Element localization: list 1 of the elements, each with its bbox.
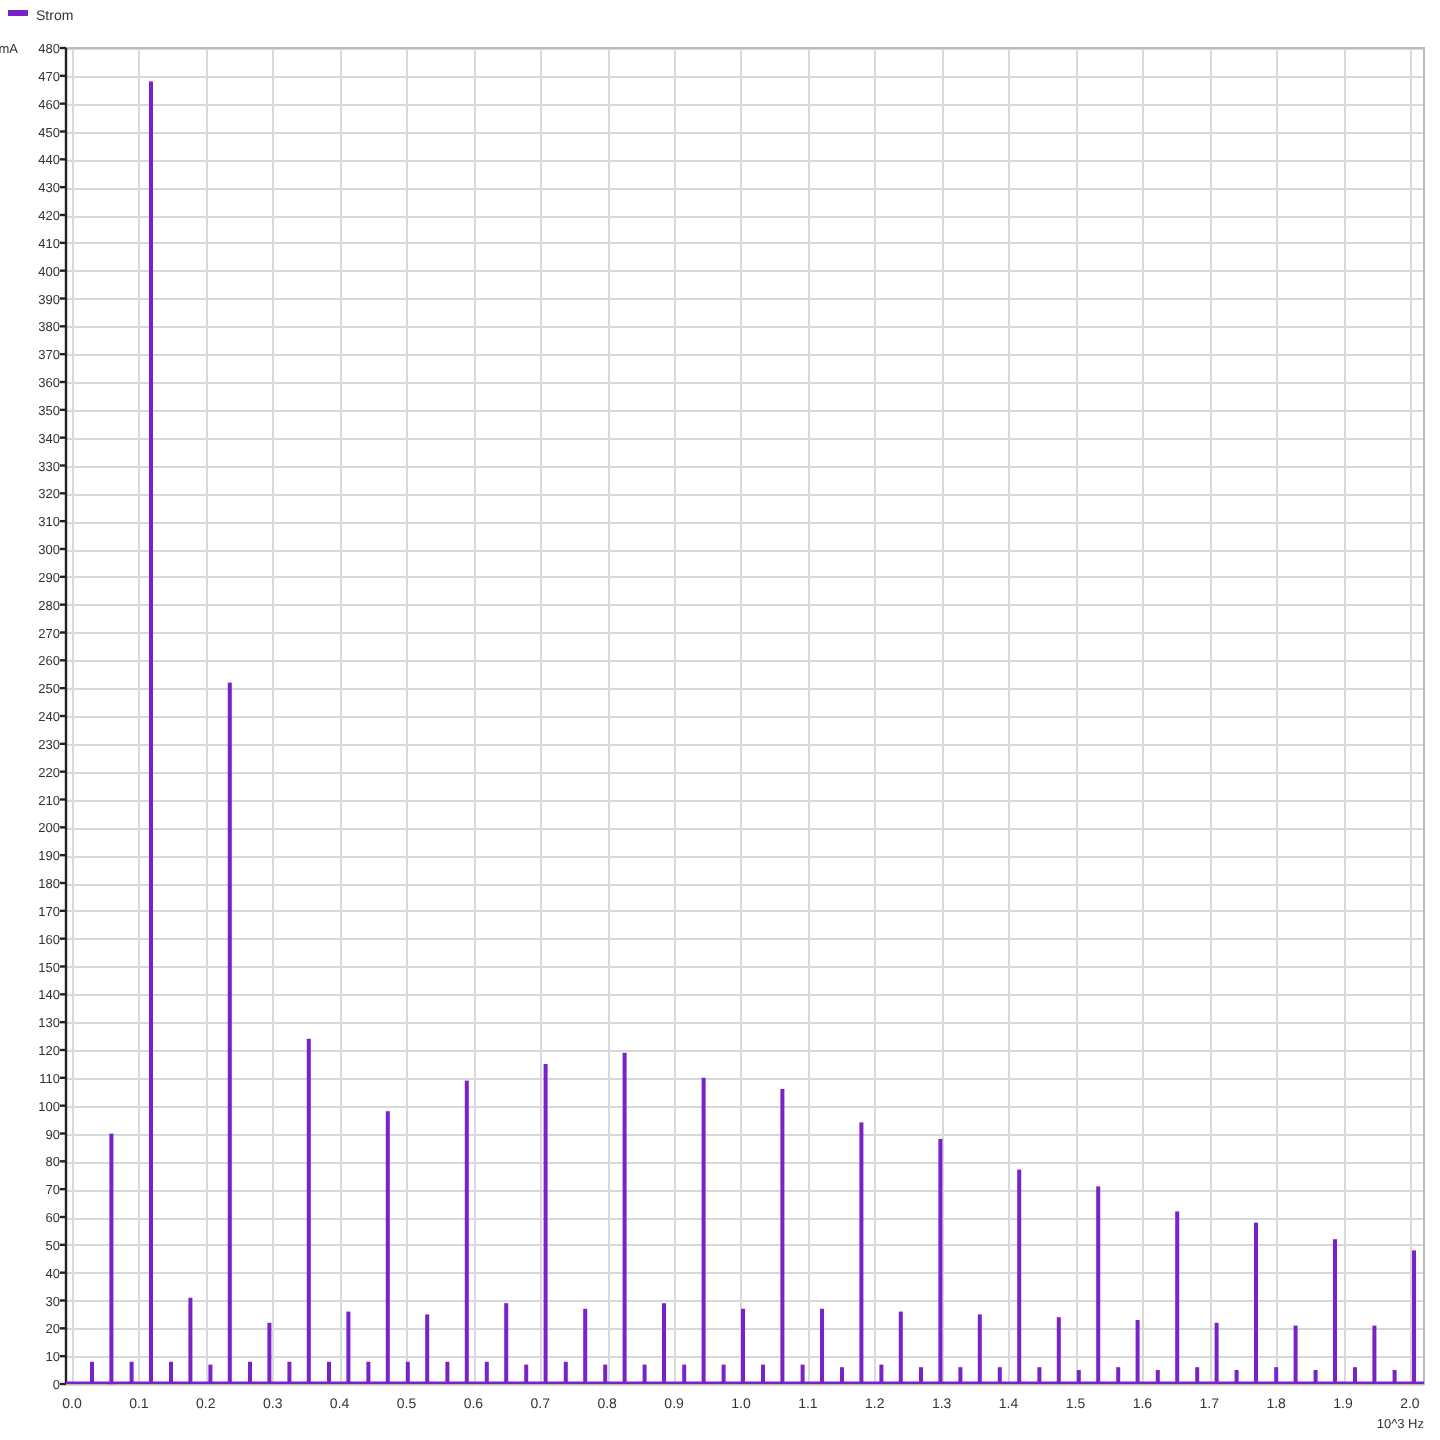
legend-swatch-icon (8, 10, 28, 16)
